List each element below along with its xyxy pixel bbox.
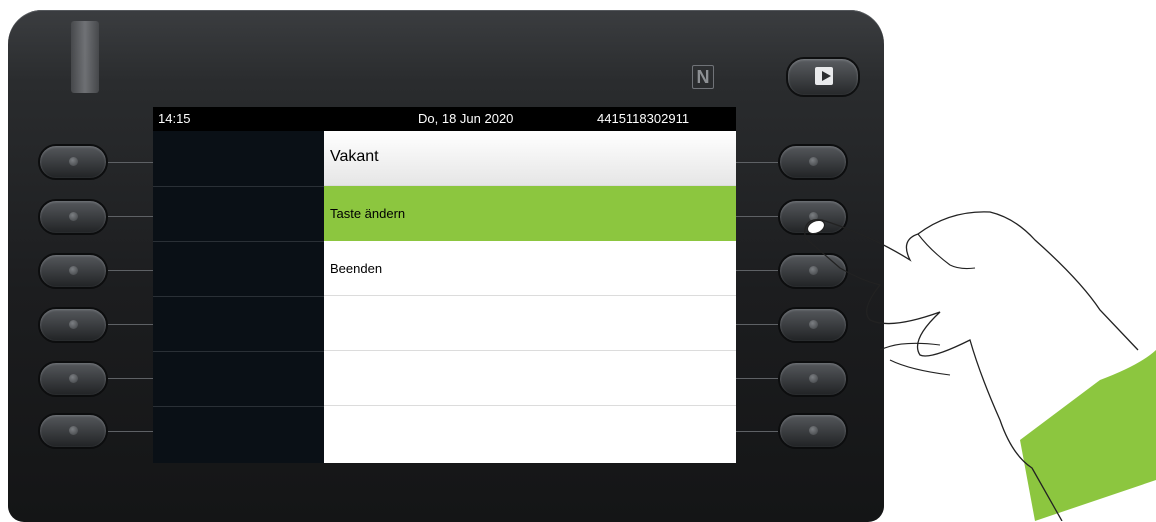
left-softkey-5[interactable] bbox=[38, 361, 108, 397]
softkey-leader bbox=[108, 378, 153, 379]
softkey-leader bbox=[736, 378, 778, 379]
menu-item-empty[interactable] bbox=[324, 406, 736, 463]
softkey-leader bbox=[108, 270, 153, 271]
softkey-dot bbox=[809, 157, 818, 166]
display-screen: 14:15 Do, 18 Jun 2020 4415118302911 Vaka… bbox=[153, 107, 736, 463]
exit-button[interactable] bbox=[786, 57, 860, 97]
left-softkey-4[interactable] bbox=[38, 307, 108, 343]
menu-item-label: Beenden bbox=[330, 261, 383, 276]
status-time: 14:15 bbox=[158, 111, 191, 126]
menu-item-empty[interactable] bbox=[324, 296, 736, 351]
led-indicator bbox=[71, 21, 99, 93]
left-pane-divider bbox=[153, 406, 324, 407]
menu-list: Vakant Taste ändern Beenden bbox=[324, 131, 736, 463]
left-softkey-3[interactable] bbox=[38, 253, 108, 289]
softkey-dot bbox=[69, 157, 78, 166]
softkey-dot bbox=[69, 212, 78, 221]
left-pane-divider bbox=[153, 296, 324, 297]
status-date: Do, 18 Jun 2020 bbox=[418, 111, 514, 126]
nfc-icon: N bbox=[692, 65, 714, 89]
menu-item-label: Taste ändern bbox=[330, 206, 406, 221]
left-softkey-1[interactable] bbox=[38, 144, 108, 180]
left-pane-divider bbox=[153, 351, 324, 352]
menu-title-row: Vakant bbox=[324, 131, 736, 186]
left-softkey-6[interactable] bbox=[38, 413, 108, 449]
softkey-leader bbox=[108, 162, 153, 163]
menu-item-taste-aendern[interactable]: Taste ändern bbox=[324, 186, 736, 241]
softkey-leader bbox=[736, 162, 778, 163]
menu-title: Vakant bbox=[330, 148, 379, 165]
softkey-leader bbox=[108, 216, 153, 217]
left-softkey-2[interactable] bbox=[38, 199, 108, 235]
right-softkey-1[interactable] bbox=[778, 144, 848, 180]
softkey-leader bbox=[108, 324, 153, 325]
softkey-dot bbox=[69, 320, 78, 329]
exit-icon bbox=[815, 67, 833, 85]
softkey-dot bbox=[69, 266, 78, 275]
softkey-dot bbox=[69, 426, 78, 435]
menu-item-beenden[interactable]: Beenden bbox=[324, 241, 736, 296]
softkey-leader bbox=[736, 270, 778, 271]
left-pane bbox=[153, 131, 324, 463]
softkey-dot bbox=[69, 374, 78, 383]
pointing-hand-illustration bbox=[804, 211, 1156, 521]
softkey-leader bbox=[736, 324, 778, 325]
menu-item-empty[interactable] bbox=[324, 351, 736, 406]
softkey-leader bbox=[736, 216, 778, 217]
left-pane-divider bbox=[153, 186, 324, 187]
status-phone-number: 4415118302911 bbox=[597, 111, 690, 126]
left-pane-divider bbox=[153, 241, 324, 242]
status-bar: 14:15 Do, 18 Jun 2020 4415118302911 bbox=[153, 107, 736, 131]
softkey-leader bbox=[736, 431, 778, 432]
softkey-leader bbox=[108, 431, 153, 432]
